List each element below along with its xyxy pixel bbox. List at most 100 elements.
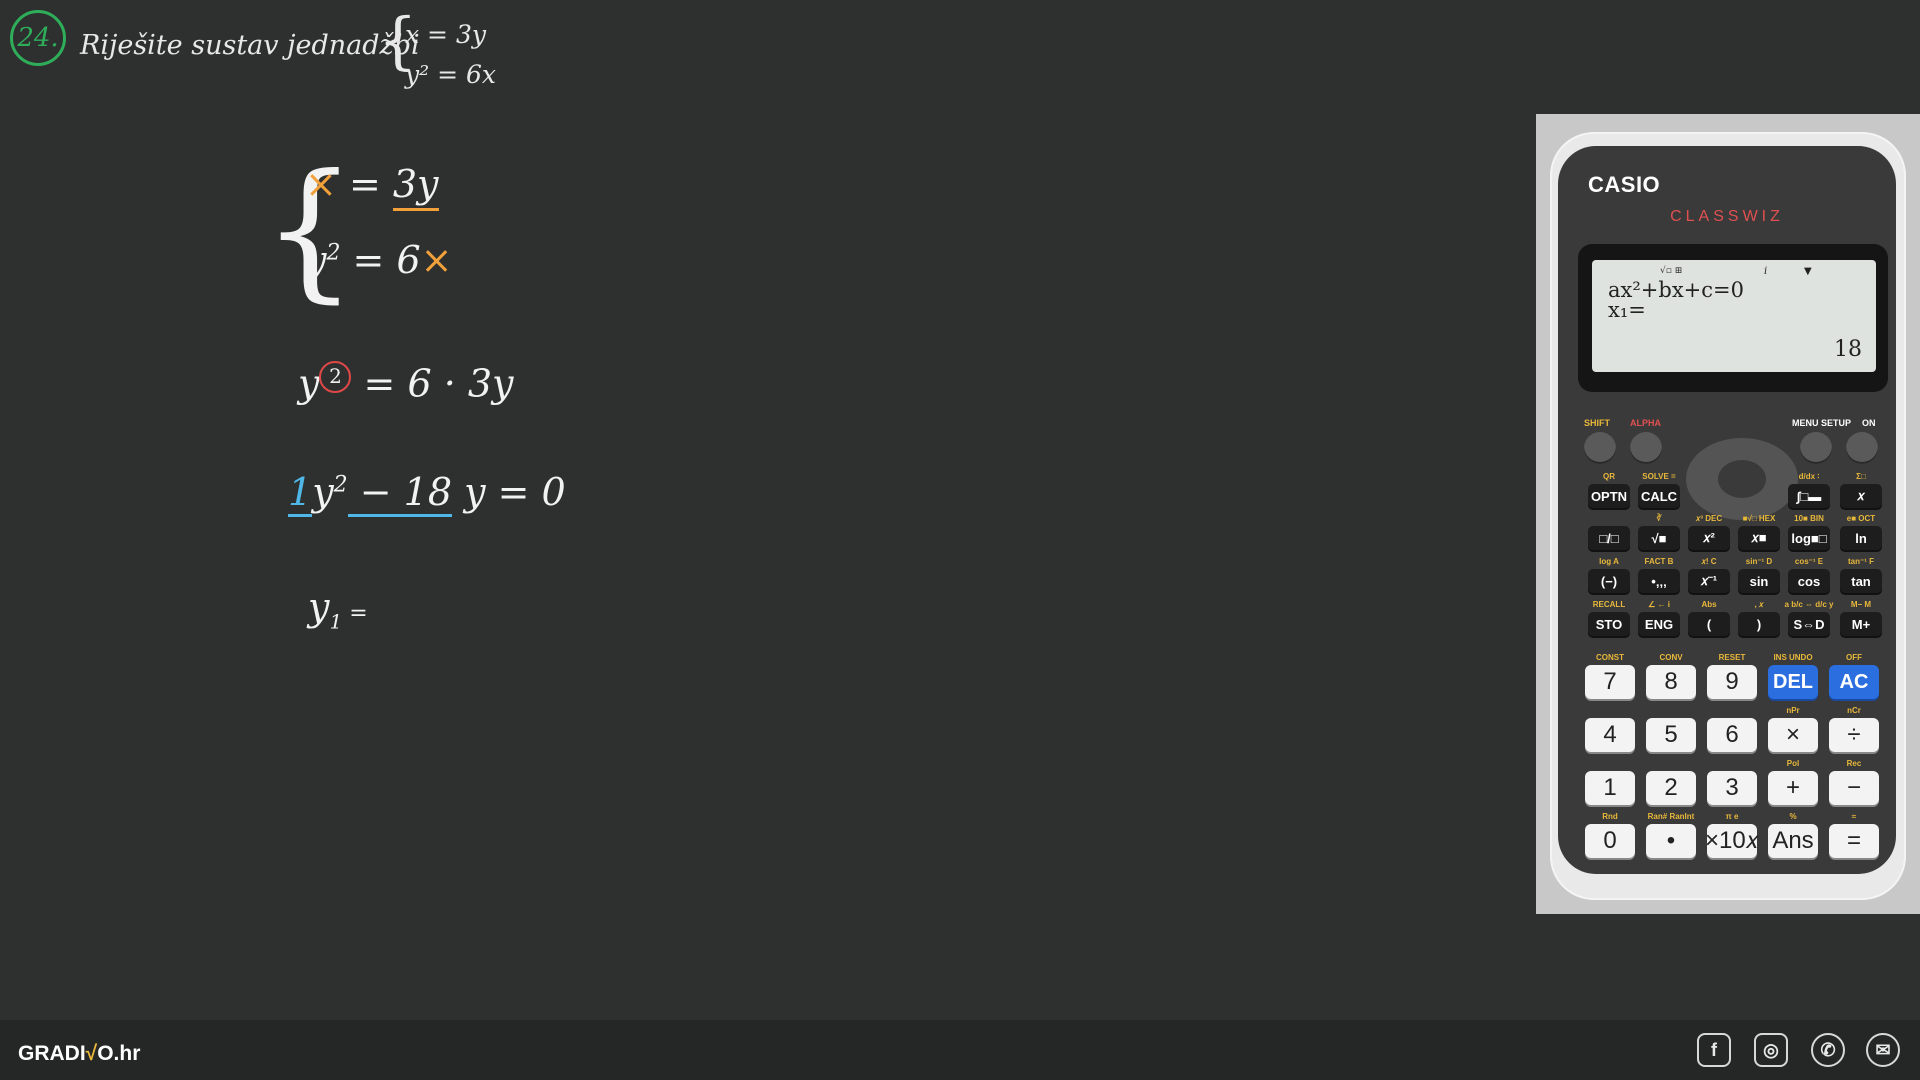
number-key[interactable]: − [1829, 771, 1879, 805]
key-sublabel: INS UNDO [1773, 653, 1813, 662]
number-key[interactable]: 2 [1646, 771, 1696, 805]
number-key[interactable]: DEL [1768, 665, 1818, 699]
key-sublabel: cos⁻¹ E [1794, 557, 1824, 566]
coefficient-b: − 18 [347, 470, 453, 517]
key-sublabel: ∠ ← i [1648, 600, 1670, 609]
function-key[interactable]: □/□ [1588, 526, 1630, 550]
screen-complex-indicator: i [1764, 266, 1768, 277]
function-key[interactable]: log■□ [1788, 526, 1830, 550]
key-sublabel: 10■ BIN [1794, 514, 1824, 523]
key-sublabel: log A [1599, 557, 1619, 566]
alpha-button[interactable] [1630, 432, 1662, 464]
function-key[interactable]: STO [1588, 612, 1630, 636]
key-sublabel: CONV [1659, 653, 1683, 662]
number-key[interactable]: 1 [1585, 771, 1635, 805]
key-sublabel: RECALL [1592, 600, 1626, 609]
number-key[interactable]: Ans [1768, 824, 1818, 858]
key-sublabel: SOLVE = [1642, 472, 1676, 481]
underlined-3y: 3y [392, 162, 439, 211]
function-key[interactable]: OPTN [1588, 484, 1630, 508]
number-key[interactable]: 4 [1585, 718, 1635, 752]
function-key[interactable]: (−) [1588, 569, 1630, 593]
key-sublabel: nPr [1786, 706, 1800, 715]
function-key[interactable]: ) [1738, 612, 1780, 636]
circled-exponent: 2 [319, 361, 352, 393]
number-key[interactable]: 0 [1585, 824, 1635, 858]
task-number-badge: 24. [10, 10, 66, 66]
key-sublabel: sin⁻¹ D [1745, 557, 1773, 566]
work-line-2: y2 = 6× [305, 238, 453, 282]
key-sublabel: Rnd [1602, 812, 1618, 821]
number-key[interactable]: ÷ [1829, 718, 1879, 752]
number-key[interactable]: 9 [1707, 665, 1757, 699]
key-sublabel: FACT B [1644, 557, 1674, 566]
work-line-1: × = 3y [305, 162, 439, 211]
menu-label: MENU SETUP [1792, 418, 1852, 428]
key-sublabel: ■√□ HEX [1742, 514, 1776, 523]
facebook-icon[interactable]: f [1697, 1033, 1731, 1067]
function-key[interactable]: ( [1688, 612, 1730, 636]
work-line-4: 1y2 − 18 y = 0 [288, 470, 566, 517]
menu-button[interactable] [1800, 432, 1832, 464]
number-key[interactable]: 8 [1646, 665, 1696, 699]
screen-status-icons: √▫ ⊞ [1660, 266, 1683, 276]
number-key[interactable]: + [1768, 771, 1818, 805]
function-key[interactable]: S⇔D [1788, 612, 1830, 636]
function-key[interactable]: √■ [1638, 526, 1680, 550]
messenger-icon[interactable]: ✉ [1866, 1033, 1900, 1067]
calculator-body: CASIO CLASSWIZ √▫ ⊞ i ▼ ax²+bx+c=0 x₁= 1… [1550, 132, 1906, 900]
whatsapp-icon[interactable]: ✆ [1811, 1033, 1845, 1067]
key-sublabel: Ran# RanInt [1647, 812, 1695, 821]
calculator-model: CLASSWIZ [1670, 208, 1784, 225]
key-sublabel: RESET [1718, 653, 1746, 662]
function-key[interactable]: M+ [1840, 612, 1882, 636]
x-mark: × [420, 238, 453, 282]
function-key[interactable]: ln [1840, 526, 1882, 550]
key-sublabel: Abs [1701, 600, 1717, 609]
key-sublabel: 𝑥! C [1701, 557, 1717, 566]
number-key[interactable]: 6 [1707, 718, 1757, 752]
direction-pad[interactable] [1686, 438, 1798, 520]
function-key[interactable]: 𝑥⁻¹ [1688, 569, 1730, 593]
calculator-screen-frame: √▫ ⊞ i ▼ ax²+bx+c=0 x₁= 18 [1578, 244, 1888, 392]
number-key[interactable]: AC [1829, 665, 1879, 699]
key-sublabel: QR [1603, 472, 1615, 481]
number-key[interactable]: = [1829, 824, 1879, 858]
key-sublabel: , 𝑥 [1754, 600, 1764, 609]
number-key[interactable]: 7 [1585, 665, 1635, 699]
function-key[interactable]: sin [1738, 569, 1780, 593]
site-logo[interactable]: GRADI√O.hr [18, 1042, 140, 1066]
function-key[interactable]: CALC [1638, 484, 1680, 508]
function-key[interactable]: 𝑥■ [1738, 526, 1780, 550]
key-sublabel: π e [1725, 812, 1739, 821]
key-sublabel: % [1789, 812, 1797, 821]
function-key[interactable]: •‚‚‚ [1638, 569, 1680, 593]
key-sublabel: M− M [1850, 600, 1872, 609]
function-key[interactable]: 𝑥 [1840, 484, 1882, 508]
key-sublabel: 𝑥³ DEC [1695, 514, 1723, 523]
on-button[interactable] [1846, 432, 1878, 464]
number-key[interactable]: × [1768, 718, 1818, 752]
screen-result: 18 [1834, 337, 1862, 362]
number-key[interactable]: ×10𝑥 [1705, 824, 1759, 858]
number-key[interactable]: 3 [1707, 771, 1757, 805]
key-sublabel: ≈ [1851, 812, 1857, 821]
function-key[interactable]: ∫□▬ [1788, 484, 1830, 508]
on-label: ON [1862, 418, 1876, 428]
shift-button[interactable] [1584, 432, 1616, 464]
instagram-icon[interactable]: ◎ [1754, 1033, 1788, 1067]
function-key[interactable]: tan [1840, 569, 1882, 593]
work-line-5: y1 = [308, 585, 368, 634]
key-sublabel: Pol [1786, 759, 1800, 768]
function-key[interactable]: 𝑥² [1688, 526, 1730, 550]
function-key[interactable]: cos [1788, 569, 1830, 593]
key-sublabel: d/dx ∶ [1798, 472, 1820, 481]
number-key[interactable]: 5 [1646, 718, 1696, 752]
key-sublabel: OFF [1846, 653, 1862, 662]
number-key[interactable]: • [1646, 824, 1696, 858]
key-sublabel: Rec [1846, 759, 1862, 768]
function-key[interactable]: ENG [1638, 612, 1680, 636]
calculator-panel: CASIO CLASSWIZ √▫ ⊞ i ▼ ax²+bx+c=0 x₁= 1… [1536, 114, 1920, 914]
task-equation-2: y² = 6x [405, 60, 496, 89]
footer-bar: GRADI√O.hr f ◎ ✆ ✉ [0, 1020, 1920, 1080]
